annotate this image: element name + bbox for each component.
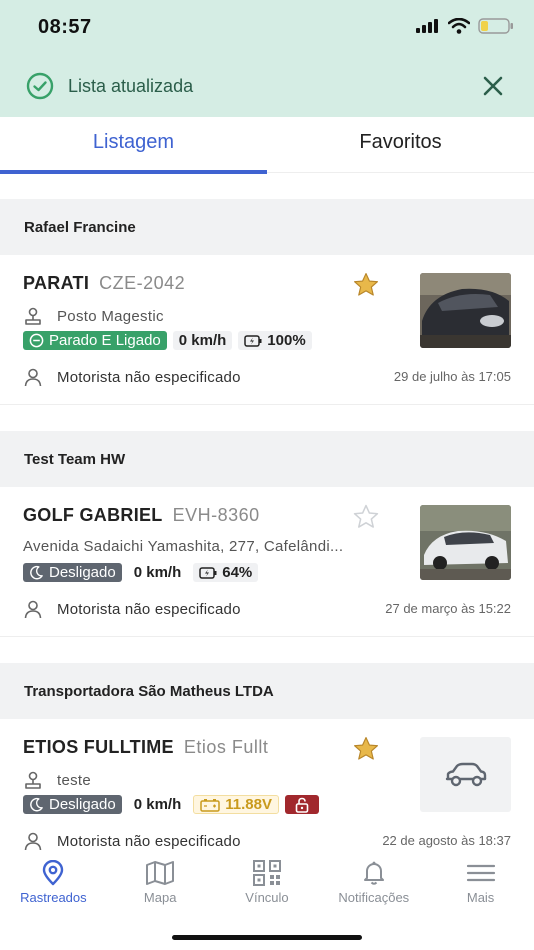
vehicle-driver: Motorista não especificado (23, 599, 241, 619)
tab-listagem[interactable]: Listagem (0, 117, 267, 172)
group-header: Test Team HW (0, 431, 534, 487)
nav-mais[interactable]: Mais (427, 850, 534, 950)
status-badge: Parado E Ligado (23, 331, 167, 350)
battery-charging-icon (244, 334, 262, 347)
location-text: Posto Magestic (57, 307, 164, 325)
toast-message: Lista atualizada (68, 75, 194, 96)
vehicle-photo-placeholder (420, 737, 511, 812)
driver-text: Motorista não especificado (57, 368, 241, 386)
driver-text: Motorista não especificado (57, 832, 241, 850)
user-icon (24, 600, 42, 619)
status-bar: 08:57 (0, 0, 534, 55)
nav-label: Notificações (338, 890, 410, 905)
check-circle-icon (26, 72, 54, 100)
minus-circle-icon (29, 333, 44, 348)
battery-icon (478, 18, 513, 34)
vehicle-driver: Motorista não especificado (23, 367, 241, 387)
moon-icon (30, 797, 43, 812)
home-indicator[interactable] (172, 935, 362, 940)
spacer (0, 173, 534, 199)
group-header: Rafael Francine (0, 199, 534, 255)
voltage-badge: 11.88V (193, 795, 279, 814)
vehicle-location: teste (23, 770, 91, 790)
vehicle-name: GOLF GABRIEL (23, 505, 163, 525)
status-badge: Desligado (23, 563, 122, 582)
location-pin-icon (43, 860, 64, 886)
vehicle-card[interactable]: ETIOS FULLTIME Etios Fullt teste Desliga… (0, 719, 534, 869)
vehicle-location: Avenida Sadaichi Yamashita, 277, Cafelân… (23, 538, 344, 555)
location-marker-icon (25, 307, 41, 325)
wifi-icon (448, 18, 470, 34)
vehicle-status-chips: Parado E Ligado 0 km/h 100% (23, 331, 312, 350)
vehicle-title: GOLF GABRIEL EVH-8360 (23, 505, 260, 526)
bell-icon (363, 861, 384, 885)
speed-badge: 0 km/h (127, 563, 188, 582)
location-text: teste (57, 771, 92, 789)
car-battery-icon (200, 798, 220, 812)
battery-charging-icon (199, 566, 217, 579)
battery-badge: 64% (193, 563, 259, 582)
spacer (0, 405, 534, 431)
vehicle-status-chips: Desligado 0 km/h 11.88V (23, 795, 319, 814)
user-icon (24, 832, 42, 851)
group-header: Transportadora São Matheus LTDA (0, 663, 534, 719)
vehicle-plate: CZE-2042 (99, 273, 186, 293)
close-icon[interactable] (482, 75, 504, 97)
status-icons (416, 18, 514, 34)
favorite-star-icon[interactable] (351, 271, 381, 299)
vehicle-location: Posto Magestic (23, 306, 164, 326)
vehicle-name: ETIOS FULLTIME (23, 737, 174, 757)
moon-icon (30, 565, 43, 580)
vehicle-driver: Motorista não especificado (23, 831, 241, 851)
driver-text: Motorista não especificado (57, 600, 241, 618)
spacer (0, 637, 534, 663)
signal-icon (416, 19, 438, 33)
favorite-star-outline-icon[interactable] (351, 503, 381, 531)
last-update-date: 22 de agosto às 18:37 (382, 833, 511, 848)
tab-favoritos[interactable]: Favoritos (267, 117, 534, 172)
last-update-date: 29 de julho às 17:05 (393, 369, 511, 384)
nav-label: Rastreados (20, 890, 87, 905)
nav-label: Mais (466, 890, 495, 905)
nav-label: Mapa (143, 890, 177, 905)
location-marker-icon (25, 771, 41, 789)
car-icon (445, 762, 486, 786)
vehicle-card[interactable]: GOLF GABRIEL EVH-8360 Avenida Sadaichi Y… (0, 487, 534, 637)
tab-bar: Listagem Favoritos (0, 117, 534, 174)
vehicle-card[interactable]: PARATI CZE-2042 Posto Magestic Parado E … (0, 255, 534, 405)
vehicle-plate: EVH-8360 (172, 505, 260, 525)
speed-badge: 0 km/h (127, 795, 188, 814)
qr-code-icon (252, 860, 281, 886)
vehicle-plate: Etios Fullt (183, 737, 269, 757)
vehicle-title: PARATI CZE-2042 (23, 273, 185, 294)
vehicle-photo (420, 273, 511, 348)
lock-badge (284, 795, 319, 814)
favorite-star-icon[interactable] (351, 735, 381, 763)
menu-icon (466, 864, 495, 882)
last-update-date: 27 de março às 15:22 (385, 601, 511, 616)
padlock-icon (295, 797, 309, 813)
user-icon (24, 368, 42, 387)
vehicle-status-chips: Desligado 0 km/h 64% (23, 563, 259, 582)
nav-rastreados[interactable]: Rastreados (0, 850, 107, 950)
status-time: 08:57 (38, 16, 92, 38)
speed-badge: 0 km/h (172, 331, 233, 350)
battery-badge: 100% (238, 331, 312, 350)
vehicle-title: ETIOS FULLTIME Etios Fullt (23, 737, 268, 758)
update-toast: Lista atualizada (0, 55, 534, 117)
active-tab-indicator (0, 170, 267, 174)
vehicle-photo (420, 505, 511, 580)
nav-label: Vínculo (245, 890, 289, 905)
status-badge: Desligado (23, 795, 122, 814)
map-icon (146, 861, 175, 885)
vehicle-name: PARATI (23, 273, 90, 293)
